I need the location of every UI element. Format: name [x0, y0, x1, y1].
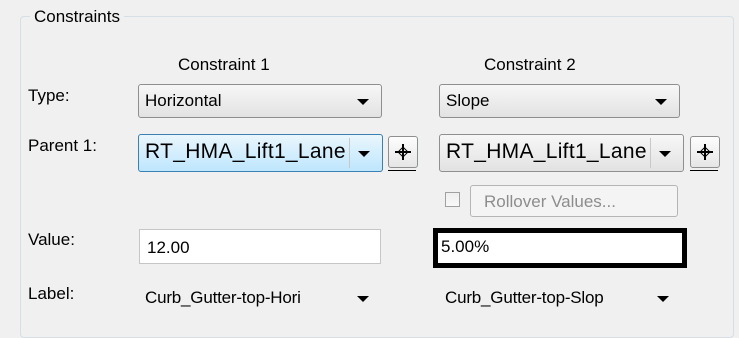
dropdown-separator: [650, 138, 651, 168]
label-c2-value: Curb_Gutter-top-Slop: [445, 288, 604, 307]
chevron-down-icon: [357, 99, 369, 105]
parent1-c2-value: RT_HMA_Lift1_Lanе: [446, 140, 647, 163]
rollover-values-button[interactable]: Rollover Values...: [470, 185, 678, 217]
type-c2-value: Slope: [446, 91, 490, 110]
value-c1-input[interactable]: 12.00: [139, 229, 381, 264]
type-c1-value: Horizontal: [145, 91, 222, 110]
constraint-2-header: Constraint 2: [484, 55, 576, 74]
label-label: Label:: [28, 284, 75, 303]
label-c1-dropdown[interactable]: Curb_Gutter-top-Hori: [139, 282, 381, 316]
parent1-c1-value: RT_HMA_Lift1_Lanе: [145, 140, 346, 163]
parent1-c1-dropdown[interactable]: RT_HMA_Lift1_Lanе: [138, 134, 383, 172]
parent1-c1-pick-button[interactable]: [388, 136, 418, 168]
pick-underline: [388, 170, 416, 171]
chevron-down-icon: [659, 151, 671, 157]
type-c2-dropdown[interactable]: Slope: [439, 84, 680, 118]
type-c1-dropdown[interactable]: Horizontal: [138, 84, 382, 118]
chevron-down-icon: [357, 296, 369, 302]
group-title: Constraints: [30, 7, 124, 27]
parent1-c2-dropdown[interactable]: RT_HMA_Lift1_Lanе: [439, 134, 684, 172]
label-c2-dropdown[interactable]: Curb_Gutter-top-Slop: [439, 282, 681, 316]
rollover-checkbox[interactable]: [445, 192, 460, 207]
parent1-c2-pick-button[interactable]: [690, 136, 720, 168]
chevron-down-icon: [657, 296, 669, 302]
label-c1-value: Curb_Gutter-top-Hori: [145, 288, 301, 307]
rollover-values-label: Rollover Values...: [484, 192, 616, 211]
pick-underline: [690, 170, 718, 171]
chevron-down-icon: [358, 151, 370, 157]
value-c2-text: 5.00%: [441, 237, 490, 256]
chevron-down-icon: [655, 99, 667, 105]
parent1-label: Parent 1:: [28, 136, 97, 155]
type-label: Type:: [28, 86, 70, 105]
value-c2-input[interactable]: 5.00%: [433, 228, 687, 268]
dropdown-separator: [349, 138, 350, 168]
constraint-1-header: Constraint 1: [178, 55, 270, 74]
value-label: Value:: [28, 230, 75, 249]
value-c1-text: 12.00: [147, 238, 190, 257]
